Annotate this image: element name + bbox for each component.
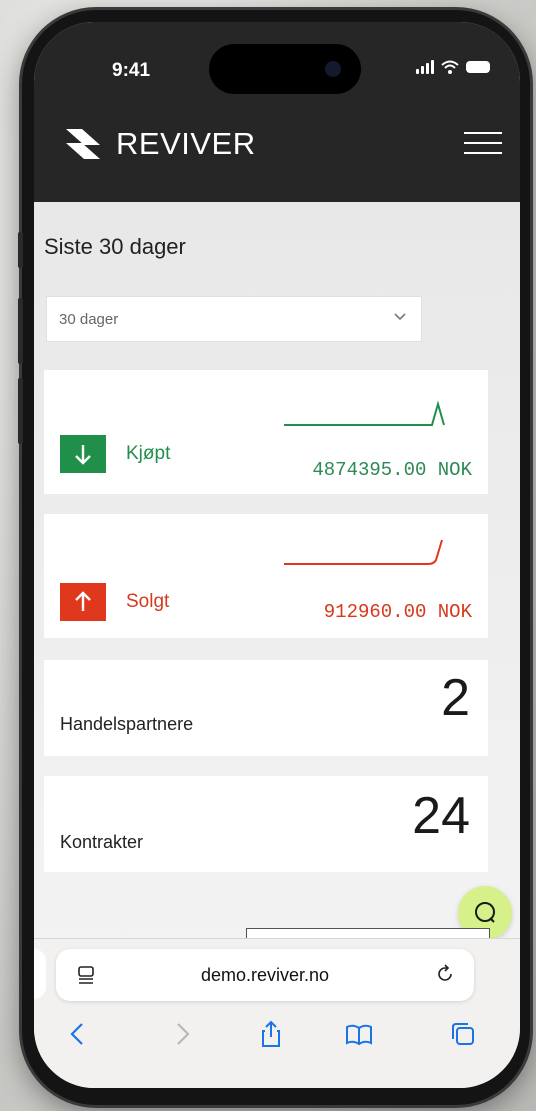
back-icon[interactable] — [64, 1019, 94, 1049]
sold-sparkline — [284, 539, 443, 565]
bookmarks-icon[interactable] — [344, 1019, 374, 1049]
status-time: 9:41 — [112, 60, 151, 81]
bought-sparkline — [284, 400, 445, 426]
chevron-down-icon — [394, 313, 406, 321]
partners-card[interactable]: Handelspartnere 2 — [44, 660, 488, 756]
reviver-logo-icon — [66, 129, 100, 159]
sold-amount: 912960.00 NOK — [323, 601, 472, 623]
contracts-label: Kontrakter — [60, 832, 144, 852]
safari-bottom-bar: demo.reviver.no — [34, 938, 520, 1088]
sold-label: Solgt — [126, 591, 170, 612]
dynamic-island — [209, 44, 361, 94]
trend-up-badge — [60, 583, 106, 621]
contracts-card[interactable]: Kontrakter 24 — [44, 776, 488, 872]
brand-logo[interactable]: REVIVER — [64, 125, 256, 163]
battery-icon — [466, 61, 490, 73]
camera-icon — [325, 61, 341, 77]
forward-icon[interactable] — [166, 1019, 196, 1049]
tabs-icon[interactable] — [448, 1019, 478, 1049]
partners-label: Handelspartnere — [60, 714, 194, 734]
brand-name: REVIVER — [116, 126, 256, 161]
sold-card[interactable]: Solgt 912960.00 NOK — [44, 514, 488, 638]
previous-tab-peek[interactable] — [34, 949, 46, 999]
dashboard-content: Siste 30 dager 30 dager Kjøpt 4874395.00… — [34, 202, 520, 962]
url-text: demo.reviver.no — [200, 965, 330, 985]
status-icons — [416, 60, 490, 74]
wifi-icon — [441, 60, 459, 74]
bought-card[interactable]: Kjøpt 4874395.00 NOK — [44, 370, 488, 494]
reload-icon[interactable] — [434, 963, 456, 985]
safari-toolbar — [34, 1019, 520, 1059]
contracts-value: 24 — [412, 787, 470, 845]
partners-value: 2 — [441, 669, 470, 727]
trend-down-badge — [60, 435, 106, 473]
arrow-up-icon — [75, 591, 91, 611]
app-header: 9:41 REVIVER — [34, 22, 520, 202]
signal-icon — [416, 60, 434, 74]
volume-down-button — [18, 378, 23, 444]
period-select-value: 30 dager — [59, 311, 119, 328]
volume-up-button — [18, 298, 23, 364]
phone-screen: 9:41 REVIVER Siste 30 dager 30 dager Kjø… — [34, 22, 520, 1088]
arrow-down-icon — [75, 445, 91, 465]
period-title: Siste 30 dager — [44, 234, 186, 259]
bought-amount: 4874395.00 NOK — [312, 459, 472, 481]
address-bar[interactable]: demo.reviver.no — [56, 949, 474, 1001]
hamburger-menu-icon[interactable] — [464, 132, 502, 154]
period-select[interactable]: 30 dager — [46, 296, 422, 342]
bought-label: Kjøpt — [126, 443, 171, 464]
action-button — [18, 232, 23, 268]
share-icon[interactable] — [256, 1019, 286, 1049]
